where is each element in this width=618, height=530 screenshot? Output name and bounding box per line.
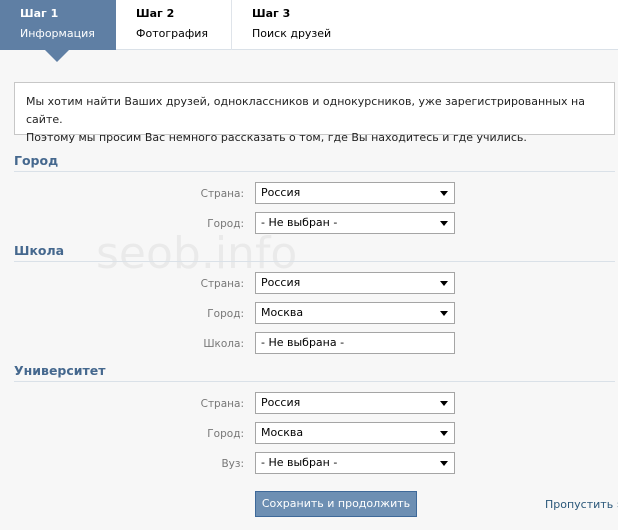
section-divider bbox=[14, 261, 615, 262]
country-label: Страна: bbox=[200, 398, 244, 410]
city-label: Город: bbox=[207, 428, 244, 440]
tab-step-1[interactable]: Шаг 1 Информация bbox=[0, 0, 116, 50]
dropdown-arrow-icon bbox=[440, 431, 448, 436]
school-city-select[interactable]: Москва bbox=[255, 302, 455, 324]
info-line: Поэтому мы просим Вас немного рассказать… bbox=[26, 131, 527, 144]
dropdown-arrow-icon bbox=[440, 191, 448, 196]
country-label: Страна: bbox=[200, 188, 244, 200]
section-divider bbox=[14, 171, 615, 172]
info-line: Мы хотим найти Ваших друзей, одноклассни… bbox=[26, 95, 585, 126]
section-title-university: Университет bbox=[14, 363, 106, 378]
tab-step-2[interactable]: Шаг 2 Фотография bbox=[116, 0, 231, 50]
school-label: Школа: bbox=[203, 338, 244, 350]
select-value: Россия bbox=[261, 396, 301, 409]
section-divider bbox=[14, 381, 615, 382]
university-city-select[interactable]: Москва bbox=[255, 422, 455, 444]
university-label: Вуз: bbox=[221, 458, 244, 470]
select-value: - Не выбран - bbox=[261, 456, 338, 469]
active-tab-pointer-icon bbox=[45, 50, 69, 62]
dropdown-arrow-icon bbox=[440, 311, 448, 316]
university-country-select[interactable]: Россия bbox=[255, 392, 455, 414]
city-select[interactable]: - Не выбран - bbox=[255, 212, 455, 234]
save-and-continue-button[interactable]: Сохранить и продолжить bbox=[255, 491, 417, 517]
info-box: Мы хотим найти Ваших друзей, одноклассни… bbox=[14, 82, 615, 144]
dropdown-arrow-icon bbox=[440, 401, 448, 406]
city-label: Город: bbox=[207, 308, 244, 320]
section-title-school: Школа bbox=[14, 243, 65, 258]
tab-step-3[interactable]: Шаг 3 Поиск друзей bbox=[231, 0, 371, 50]
city-country-select[interactable]: Россия bbox=[255, 182, 455, 204]
select-value: - Не выбран - bbox=[261, 216, 338, 229]
dropdown-arrow-icon bbox=[440, 461, 448, 466]
steps-bar: Шаг 1 Информация Шаг 2 Фотография Шаг 3 … bbox=[0, 0, 618, 50]
school-input[interactable]: - Не выбрана - bbox=[255, 332, 455, 354]
step-name: Фотография bbox=[136, 27, 209, 40]
dropdown-arrow-icon bbox=[440, 281, 448, 286]
step-number: Шаг 2 bbox=[136, 7, 175, 20]
country-label: Страна: bbox=[200, 278, 244, 290]
step-number: Шаг 1 bbox=[20, 7, 59, 20]
skip-link[interactable]: Пропустить » bbox=[545, 498, 618, 511]
input-value: - Не выбрана - bbox=[261, 336, 345, 349]
select-value: Москва bbox=[261, 426, 304, 439]
select-value: Москва bbox=[261, 306, 304, 319]
step-name: Информация bbox=[20, 27, 95, 40]
city-label: Город: bbox=[207, 218, 244, 230]
select-value: Россия bbox=[261, 276, 301, 289]
section-title-city: Город bbox=[14, 153, 59, 168]
step-number: Шаг 3 bbox=[252, 7, 291, 20]
school-country-select[interactable]: Россия bbox=[255, 272, 455, 294]
university-select[interactable]: - Не выбран - bbox=[255, 452, 455, 474]
select-value: Россия bbox=[261, 186, 301, 199]
dropdown-arrow-icon bbox=[440, 221, 448, 226]
step-name: Поиск друзей bbox=[252, 27, 332, 40]
